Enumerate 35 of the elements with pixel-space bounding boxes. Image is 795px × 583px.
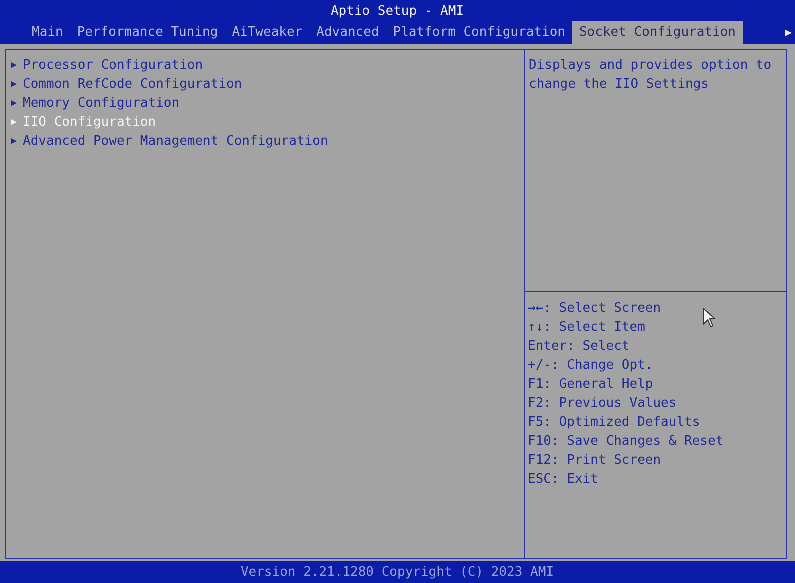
key-help-line: +/-: Change Opt. [528,357,654,375]
tab[interactable]: Performance Tuning [70,21,226,44]
submenu-arrow: ▶ [11,59,18,73]
tab[interactable]: AiTweaker [225,21,310,44]
help-text: Displays and provides option to change the IIO Settings [525,50,786,292]
menu-item[interactable]: ▶ Advanced Power Management Configuration [11,132,524,151]
key-help-line: →←: Select Screen [528,300,662,318]
tab[interactable]: Advanced [310,21,386,44]
menu-item[interactable]: ▶ Processor Configuration [11,56,524,75]
tab[interactable]: Platform Configuration [386,21,572,44]
key-help-line: ↑↓: Select Item [528,319,646,337]
submenu-arrow: ▶ [11,78,18,92]
version-text: Version 2.21.1280 Copyright (C) 2023 AMI [240,564,554,582]
submenu-arrow: ▶ [11,97,18,111]
menu-item[interactable]: ▶ Memory Configuration [11,94,524,113]
key-help-line: Enter: Select [528,338,631,356]
menu-item-label: Memory Configuration [23,95,180,113]
submenu-arrow: ▶ [11,116,18,130]
menu-item[interactable]: ▶ Common RefCode Configuration [11,75,524,94]
tab[interactable]: Main [25,21,70,44]
key-help-line: F10: Save Changes & Reset [528,433,725,451]
key-help-line: F2: Previous Values [528,395,678,413]
key-help-line: F5: Optimized Defaults [528,414,702,432]
key-help-line: ESC: Exit [528,471,600,489]
mouse-cursor-icon [703,308,717,328]
menu-item-label: Common RefCode Configuration [23,76,242,94]
tab[interactable]: Socket Configuration [572,21,744,44]
key-help-line: F12: Print Screen [528,452,662,470]
menu-item-label: Processor Configuration [23,57,204,75]
window-title: Aptio Setup - AMI [330,3,464,21]
key-help-line: F1: General Help [528,376,654,394]
menu-item-label: IIO Configuration [23,114,156,132]
tab-scroll-arrow[interactable]: ▶ [785,21,792,44]
menu-item-label: Advanced Power Management Configuration [23,133,328,151]
submenu-arrow: ▶ [11,135,18,149]
